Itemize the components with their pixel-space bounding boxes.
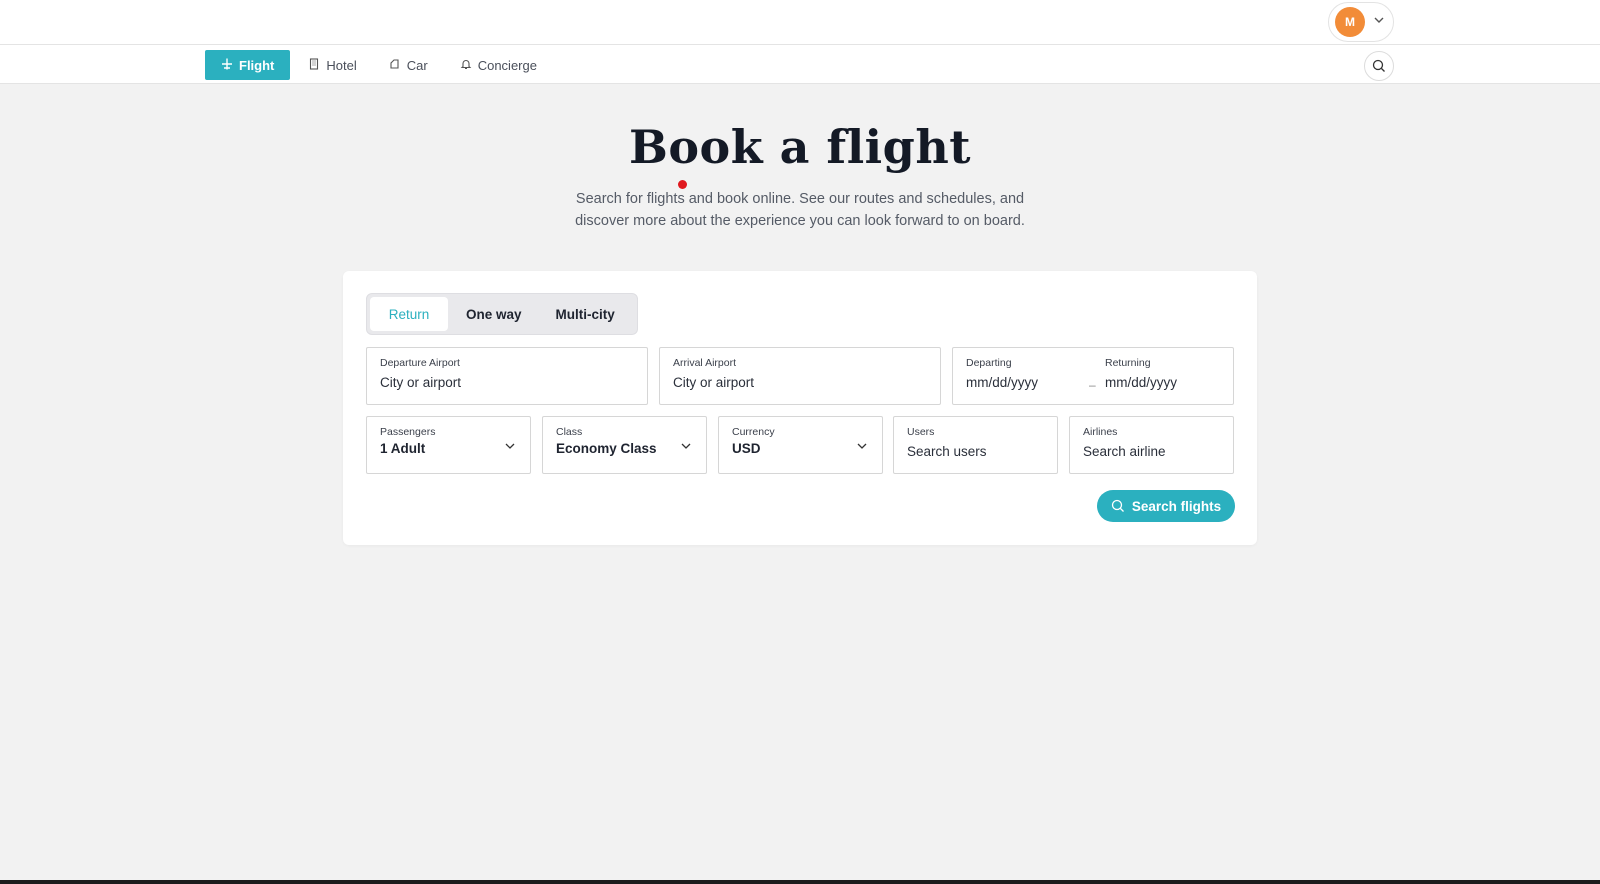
arrival-airport-input[interactable]: [673, 375, 927, 390]
trip-option-return[interactable]: Return: [370, 297, 448, 331]
chevron-down-icon: [505, 443, 515, 449]
arrival-airport-field[interactable]: Arrival Airport: [659, 347, 941, 405]
tab-car-label: Car: [406, 57, 428, 73]
airlines-search-input[interactable]: [1083, 444, 1220, 459]
tab-hotel[interactable]: Hotel: [294, 50, 370, 80]
departing-date-input[interactable]: [966, 375, 1081, 390]
avatar[interactable]: M: [1335, 7, 1365, 37]
flight-search-card: Return One way Multi-city Departure Airp…: [343, 271, 1257, 545]
window-bottom-edge: [0, 880, 1600, 884]
building-icon: [308, 57, 320, 73]
nav-tabs: Flight Hotel Car Concierge: [205, 50, 551, 80]
users-search-input[interactable]: [907, 444, 1044, 459]
travel-dates-field: Departing – Returning: [952, 347, 1234, 405]
airlines-label: Airlines: [1083, 426, 1118, 438]
class-value: Economy Class: [556, 441, 657, 456]
trip-option-multi-city[interactable]: Multi-city: [540, 297, 631, 331]
currency-label: Currency: [732, 426, 775, 438]
passengers-value: 1 Adult: [380, 441, 426, 456]
top-header: M: [0, 0, 1600, 45]
departing-date-group: Departing: [966, 357, 1081, 390]
tab-flight[interactable]: Flight: [205, 50, 291, 80]
currency-value: USD: [732, 441, 761, 456]
chevron-down-icon[interactable]: [1373, 13, 1385, 31]
page-subtitle: Search for flights and book online. See …: [575, 191, 1025, 229]
bell-icon: [460, 58, 472, 73]
page-title: Book a flight: [628, 120, 972, 174]
trip-type-toggle: Return One way Multi-city: [366, 293, 638, 335]
user-menu[interactable]: M: [1328, 2, 1394, 42]
tab-flight-label: Flight: [239, 57, 275, 73]
currency-select[interactable]: Currency USD: [718, 416, 883, 474]
search-icon: [1111, 499, 1124, 512]
departing-label: Departing: [966, 357, 1012, 369]
passengers-label: Passengers: [380, 426, 436, 438]
departure-airport-input[interactable]: [380, 375, 634, 390]
date-separator: –: [1089, 378, 1096, 392]
trip-option-one-way[interactable]: One way: [450, 297, 538, 331]
chevron-down-icon: [681, 443, 691, 449]
returning-date-input[interactable]: [1105, 375, 1220, 390]
tab-car[interactable]: Car: [375, 50, 442, 80]
tab-concierge-label: Concierge: [477, 57, 537, 73]
users-label: Users: [907, 426, 935, 438]
arrival-airport-label: Arrival Airport: [673, 357, 737, 369]
plane-icon: [221, 58, 233, 73]
departure-airport-label: Departure Airport: [380, 357, 460, 369]
departure-airport-field[interactable]: Departure Airport: [366, 347, 648, 405]
search-flights-label: Search flights: [1131, 498, 1222, 514]
search-icon[interactable]: [1364, 51, 1394, 81]
returning-label: Returning: [1105, 357, 1151, 369]
tab-concierge[interactable]: Concierge: [446, 50, 551, 80]
class-label: Class: [556, 426, 583, 438]
search-flights-button[interactable]: Search flights: [1097, 490, 1235, 522]
service-navbar: Flight Hotel Car Concierge: [0, 45, 1600, 84]
passengers-select[interactable]: Passengers 1 Adult: [366, 416, 531, 474]
car-icon: [389, 58, 401, 73]
returning-date-group: Returning: [1105, 357, 1220, 390]
chevron-down-icon: [857, 443, 867, 449]
tab-hotel-label: Hotel: [326, 57, 357, 73]
users-field[interactable]: Users: [893, 416, 1058, 474]
class-select[interactable]: Class Economy Class: [542, 416, 707, 474]
airlines-field[interactable]: Airlines: [1069, 416, 1234, 474]
